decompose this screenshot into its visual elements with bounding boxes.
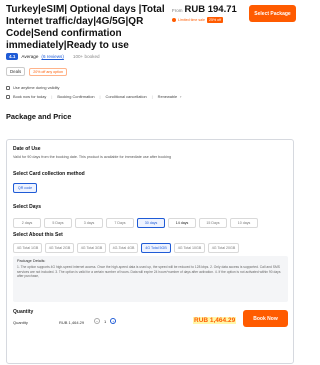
- set-option[interactable]: 4G-Total 4GB: [109, 243, 138, 253]
- package-details: Package Details: 1. The option supports …: [13, 256, 288, 302]
- deals-row: Deals 20% off any option: [6, 67, 67, 76]
- quantity-value: 1: [104, 318, 107, 324]
- check-icon: [6, 94, 10, 99]
- feature-validity-text: Use anytime during validity: [13, 85, 60, 90]
- rating-row: 4.1 Average (6 reviews) 100+ booked: [6, 53, 100, 60]
- total-price: RUB 1,464.29: [193, 317, 237, 324]
- day-option[interactable]: 10 days: [230, 218, 258, 228]
- feature-validity: Use anytime during validity: [6, 85, 60, 90]
- from-price: RUB 194.71: [184, 4, 237, 15]
- product-title: Turkey|eSIM| Optional days |Total Intern…: [6, 4, 165, 51]
- select-package-button[interactable]: Select Package: [249, 5, 296, 22]
- chevron-right-icon[interactable]: ›: [180, 94, 181, 99]
- set-option[interactable]: 4G Total 20GB: [208, 243, 239, 253]
- deals-label[interactable]: Deals: [6, 67, 26, 76]
- day-option[interactable]: 3 days: [75, 218, 103, 228]
- minus-button[interactable]: −: [94, 318, 100, 324]
- set-option[interactable]: 4G Total 2GB: [45, 243, 74, 253]
- feature-cancellation: Conditional cancellation: [105, 94, 147, 99]
- collection-method-label: Select Card collection method: [13, 171, 85, 177]
- feature-renewable: Renewable: [157, 94, 178, 99]
- package-panel: Date of Use Valid for 90 days from the b…: [6, 139, 294, 364]
- divider: |: [151, 94, 153, 99]
- limited-offer-text: Limited time sale: [178, 18, 205, 22]
- from-label: From: [172, 8, 183, 13]
- rating-word: Average: [21, 54, 39, 59]
- rating-score: 4.1: [6, 53, 19, 60]
- date-of-use-label: Date of Use: [13, 146, 41, 152]
- day-option[interactable]: 2 days: [13, 218, 41, 228]
- day-option[interactable]: 7 Days: [106, 218, 134, 228]
- discount-badge: 25% off: [206, 17, 224, 23]
- day-option[interactable]: 14 days: [168, 218, 196, 228]
- select-set-label: Select About this Set: [13, 232, 63, 238]
- package-details-body: 1. The option supports 4G high-speed int…: [17, 265, 281, 279]
- clock-icon: [172, 18, 176, 22]
- set-option[interactable]: 4G Total 1GB: [13, 243, 42, 253]
- product-header: Turkey|eSIM| Optional days |Total Intern…: [0, 0, 300, 103]
- divider: |: [99, 94, 101, 99]
- day-option[interactable]: 5 Days: [44, 218, 72, 228]
- booked-count: 100+ booked: [72, 54, 100, 59]
- feature-book-today: Book now for today: [13, 94, 47, 99]
- book-now-button[interactable]: Book Now: [243, 310, 288, 327]
- unit-price: RUB 1,464.29: [59, 320, 85, 325]
- feature-list: Book now for today | Booking Confirmatio…: [6, 94, 181, 99]
- plus-button[interactable]: +: [110, 318, 117, 324]
- option-qr-code[interactable]: QR code: [13, 183, 37, 193]
- quantity-stepper: − 1 +: [94, 318, 117, 324]
- select-days-label: Select Days: [13, 204, 42, 210]
- day-option[interactable]: 15 Days: [199, 218, 227, 228]
- calendar-icon: [6, 85, 10, 90]
- feature-confirmation: Booking Confirmation: [57, 94, 95, 99]
- divider: |: [51, 94, 53, 99]
- set-option[interactable]: 4G Total 3GB: [77, 243, 106, 253]
- section-title: Package and Price: [6, 112, 72, 121]
- day-option-selected[interactable]: 30 days: [137, 218, 165, 228]
- quantity-label: Quantity: [13, 320, 28, 325]
- set-option-selected[interactable]: 4G Total 5GB: [141, 243, 171, 253]
- package-details-title: Package Details:: [17, 259, 46, 263]
- deal-tag[interactable]: 20% off any option: [29, 67, 67, 76]
- set-option[interactable]: 4G Total 10GB: [174, 243, 205, 253]
- reviews-link[interactable]: (6 reviews): [41, 54, 63, 59]
- date-of-use-text: Valid for 90 days from the booking date.…: [13, 155, 172, 159]
- quantity-heading: Quantity: [13, 309, 34, 315]
- price-box: From RUB 194.71 Limited time sale 25% of…: [172, 4, 246, 23]
